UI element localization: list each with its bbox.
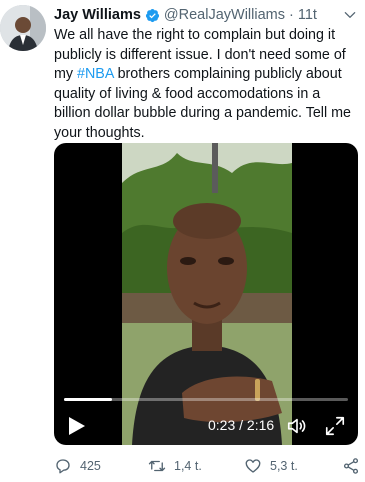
author-handle[interactable]: @RealJayWilliams	[164, 7, 285, 23]
reply-count: 425	[80, 459, 101, 473]
chevron-down-icon[interactable]	[343, 8, 357, 22]
verified-badge-icon	[145, 8, 159, 22]
reply-button[interactable]: 425	[54, 455, 101, 477]
tweet-text: We all have the right to complain but do…	[54, 26, 354, 143]
share-icon	[343, 458, 359, 474]
fullscreen-icon[interactable]	[324, 415, 346, 437]
author-name[interactable]: Jay Williams	[54, 7, 141, 23]
separator-dot: ·	[289, 7, 294, 23]
avatar-photo	[0, 5, 46, 51]
hashtag-link[interactable]: #NBA	[77, 66, 114, 82]
share-button[interactable]	[342, 455, 365, 477]
avatar[interactable]	[0, 5, 46, 51]
heart-icon	[245, 459, 261, 473]
video-time-readout: 0:23 / 2:16	[208, 417, 275, 433]
reply-icon	[56, 459, 70, 474]
video-player[interactable]: 0:23 / 2:16	[54, 143, 358, 445]
retweet-icon	[148, 460, 166, 472]
tweet-header: Jay Williams @RealJayWilliams · 11t	[54, 6, 317, 24]
retweet-button[interactable]: 1,4 t.	[148, 455, 202, 477]
like-button[interactable]: 5,3 t.	[244, 455, 298, 477]
tweet-actions: 425 1,4 t. 5,3 t.	[54, 455, 360, 477]
tweet-timestamp[interactable]: 11t	[298, 7, 317, 23]
video-progress-bar[interactable]	[64, 398, 348, 401]
play-icon[interactable]	[68, 416, 86, 436]
video-progress-fill	[64, 398, 113, 401]
volume-icon[interactable]	[286, 415, 308, 437]
like-count: 5,3 t.	[270, 459, 298, 473]
retweet-count: 1,4 t.	[174, 459, 202, 473]
tweet-card[interactable]: Jay Williams @RealJayWilliams · 11t We a…	[0, 0, 365, 482]
